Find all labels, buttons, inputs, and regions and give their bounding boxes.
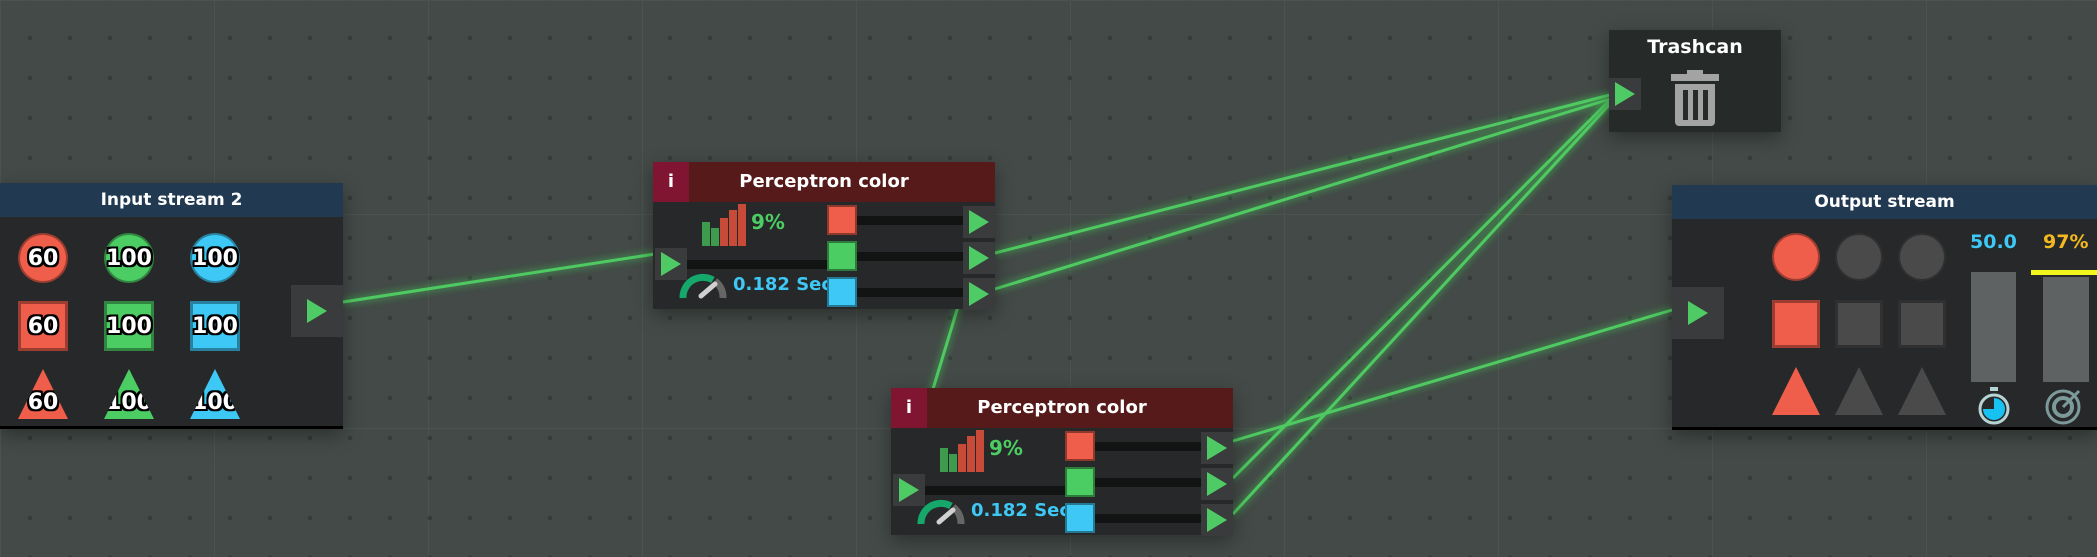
perceptron-node[interactable]: i Perceptron color 9% 0.182 Sec [653,162,995,310]
node-header: i Perceptron color [891,388,1233,428]
output-color-swatch [1065,467,1095,497]
output-line [1095,442,1201,451]
input-triangle-item: 100 [190,369,240,419]
bar-chart-icon [702,204,746,246]
wire-p1-to-trash [994,97,1611,291]
output-port[interactable] [963,206,995,238]
trash-icon [1671,70,1719,126]
input-triangle-item: 100 [104,369,154,419]
output-color-swatch [1065,431,1095,461]
output-circle-slot [1898,233,1946,281]
wire-p2-to-output [1232,308,1673,443]
accuracy-target-line [2031,270,2097,275]
output-port[interactable] [963,242,995,274]
input-circle-item: 100 [190,233,240,283]
info-button[interactable]: i [653,162,689,202]
accuracy-bar [2043,277,2089,382]
speed-value: 50.0 [1970,231,2017,253]
input-triangle-item: 60 [18,369,68,419]
output-color-swatch [1065,503,1095,533]
accuracy-value: 97% [2043,231,2089,253]
input-circle-item: 100 [104,233,154,283]
node-title: Output stream [1672,185,2097,219]
output-port[interactable] [1201,468,1233,500]
trashcan-node[interactable]: Trashcan [1609,30,1781,132]
output-color-swatch [827,241,857,271]
accuracy-value: 9% [751,210,785,234]
input-stream-node[interactable]: Input stream 2 60 100 100 60 100 100 60 100 100 [0,183,343,429]
input-square-item: 100 [190,301,240,351]
input-port[interactable] [1672,287,1724,339]
output-triangle-slot [1772,367,1820,415]
target-icon [2045,389,2081,425]
output-line [1095,478,1201,487]
output-line [857,288,963,297]
output-port[interactable] [963,278,995,310]
gauge-icon [679,273,727,299]
time-value: 0.182 Sec [733,274,833,295]
node-title: Input stream 2 [0,183,343,217]
output-circle-slot [1772,233,1820,281]
output-color-swatch [827,277,857,307]
node-title: Perceptron color [739,171,909,192]
input-square-item: 100 [104,301,154,351]
output-port[interactable] [291,285,343,337]
input-port[interactable] [1609,78,1641,110]
output-triangle-slot [1898,367,1946,415]
output-square-slot [1772,300,1820,348]
output-square-slot [1898,300,1946,348]
input-line [687,260,827,269]
output-color-swatch [827,205,857,235]
output-line [1095,514,1201,523]
gauge-icon [917,499,965,525]
info-button[interactable]: i [891,388,927,428]
input-circle-item: 60 [18,233,68,283]
stopwatch-icon [1978,387,2010,425]
input-square-item: 60 [18,301,68,351]
output-stream-node[interactable]: Output stream 50.0 97% [1672,185,2097,430]
wire-p1-to-trash [994,93,1611,255]
output-circle-slot [1835,233,1883,281]
perceptron-node[interactable]: i Perceptron color 9% 0.182 Sec [891,388,1233,536]
wire-input-to-perceptron1 [342,252,656,304]
wire-p2-to-trash [1231,102,1612,516]
bar-chart-icon [940,430,984,472]
node-header: i Perceptron color [653,162,995,202]
output-line [857,216,963,225]
node-title: Perceptron color [977,397,1147,418]
output-square-slot [1835,300,1883,348]
speed-bar [1971,272,2016,382]
output-triangle-slot [1835,367,1883,415]
output-line [857,252,963,261]
input-line [925,486,1065,495]
time-value: 0.182 Sec [971,500,1071,521]
output-port[interactable] [1201,504,1233,536]
accuracy-value: 9% [989,436,1023,460]
node-title: Trashcan [1647,36,1743,58]
wire-p2-to-trash [1231,98,1612,480]
output-port[interactable] [1201,432,1233,464]
